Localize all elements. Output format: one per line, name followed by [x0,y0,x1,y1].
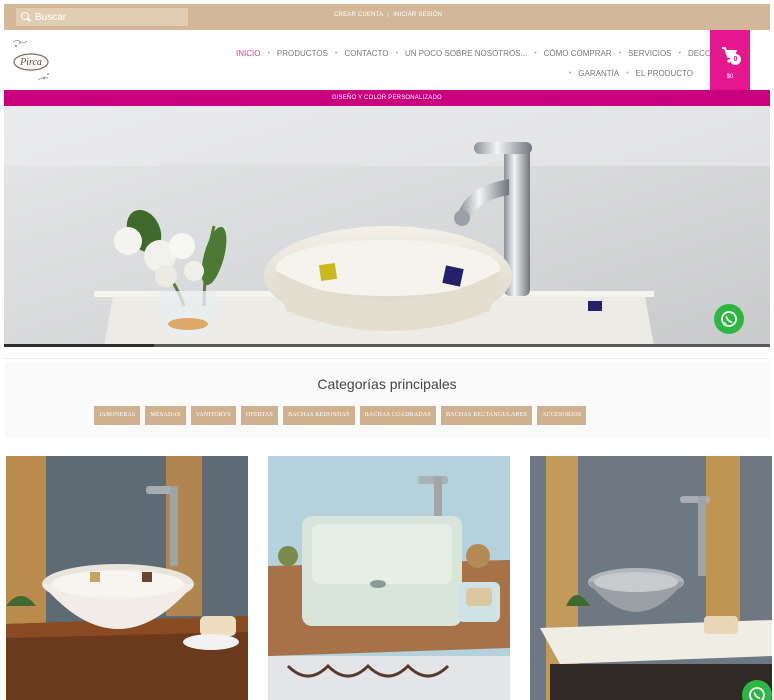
account-links: CREAR CUENTA | INICIAR SESIÓN [334,12,442,18]
cart-button[interactable]: 0 $0 [710,30,750,90]
hero-image [4,106,770,346]
main-nav: INICIO • PRODUCTOS • CONTACTO • UN POCO … [236,44,742,84]
nav-item-como-comprar[interactable]: CÓMO COMPRAR [544,44,612,64]
login-link[interactable]: INICIAR SESIÓN [393,12,442,18]
category-list: JABONERAS MESADAS VANITORYS OFERTAS BACH… [94,406,587,425]
product-image [530,456,772,700]
category-bachas-rectangulares[interactable]: BACHAS RECTANGULARES [440,406,532,425]
nav-separator: • [267,50,270,57]
section-divider [4,358,770,359]
nav-item-productos[interactable]: PRODUCTOS [277,44,328,64]
nav-row-1: INICIO • PRODUCTOS • CONTACTO • UN POCO … [236,44,742,64]
category-bachas-redondas[interactable]: BACHAS REDONDAS [283,406,355,425]
top-bar: CREAR CUENTA | INICIAR SESIÓN [4,4,770,30]
categories-title: Categorías principales [317,376,457,392]
category-jaboneras[interactable]: JABONERAS [94,406,141,425]
promo-bar: DISEÑO Y COLOR PERSONALIZADO [4,90,770,106]
nav-separator: • [395,50,398,57]
category-bachas-cuadradas[interactable]: BACHAS CUADRADAS [359,406,436,425]
nav-item-servicios[interactable]: SERVICIOS [628,44,671,64]
site-header: Pirca INICIO • PRODUCTOS • CONTACTO • UN… [4,30,770,90]
category-mesadas[interactable]: MESADAS [145,406,186,425]
nav-item-inicio[interactable]: INICIO [236,44,260,64]
whatsapp-button[interactable] [714,304,744,334]
whatsapp-icon [721,311,737,327]
site-logo[interactable]: Pirca [10,34,52,86]
nav-item-nosotros[interactable]: UN POCO SOBRE NOSOTROS... [405,44,527,64]
search-input[interactable] [35,11,185,23]
create-account-link[interactable]: CREAR CUENTA [334,12,383,18]
product-card[interactable] [268,456,510,700]
nav-item-contacto[interactable]: CONTACTO [344,44,388,64]
slider-progress [4,344,770,347]
nav-separator: • [618,50,622,57]
category-vanitorys[interactable]: VANITORYS [190,406,236,425]
categories-section [4,362,770,438]
product-image [6,456,248,700]
search-icon[interactable] [21,12,31,22]
search-box[interactable] [16,8,188,26]
whatsapp-button[interactable] [742,680,772,700]
account-separator: | [387,12,390,18]
cart-count-badge: 0 [730,54,741,65]
product-card[interactable] [6,456,248,700]
category-ofertas[interactable]: OFERTAS [240,406,279,425]
category-accesorios[interactable]: ACCESORIOS [537,406,587,425]
nav-separator: • [626,70,629,77]
hero-slider[interactable] [4,106,770,346]
nav-separator: • [534,50,537,57]
cart-total: $0 [726,74,734,80]
nav-row-2: • GARANTÍA • EL PRODUCTO [236,64,706,84]
nav-item-el-producto[interactable]: EL PRODUCTO [636,64,693,84]
whatsapp-icon [749,687,765,700]
nav-separator: • [678,50,681,57]
nav-separator: • [334,50,338,57]
nav-item-garantia[interactable]: GARANTÍA [578,64,619,84]
nav-separator: • [568,70,572,77]
svg-text:Pirca: Pirca [19,57,42,68]
product-card[interactable] [530,456,772,700]
product-image [268,456,510,700]
